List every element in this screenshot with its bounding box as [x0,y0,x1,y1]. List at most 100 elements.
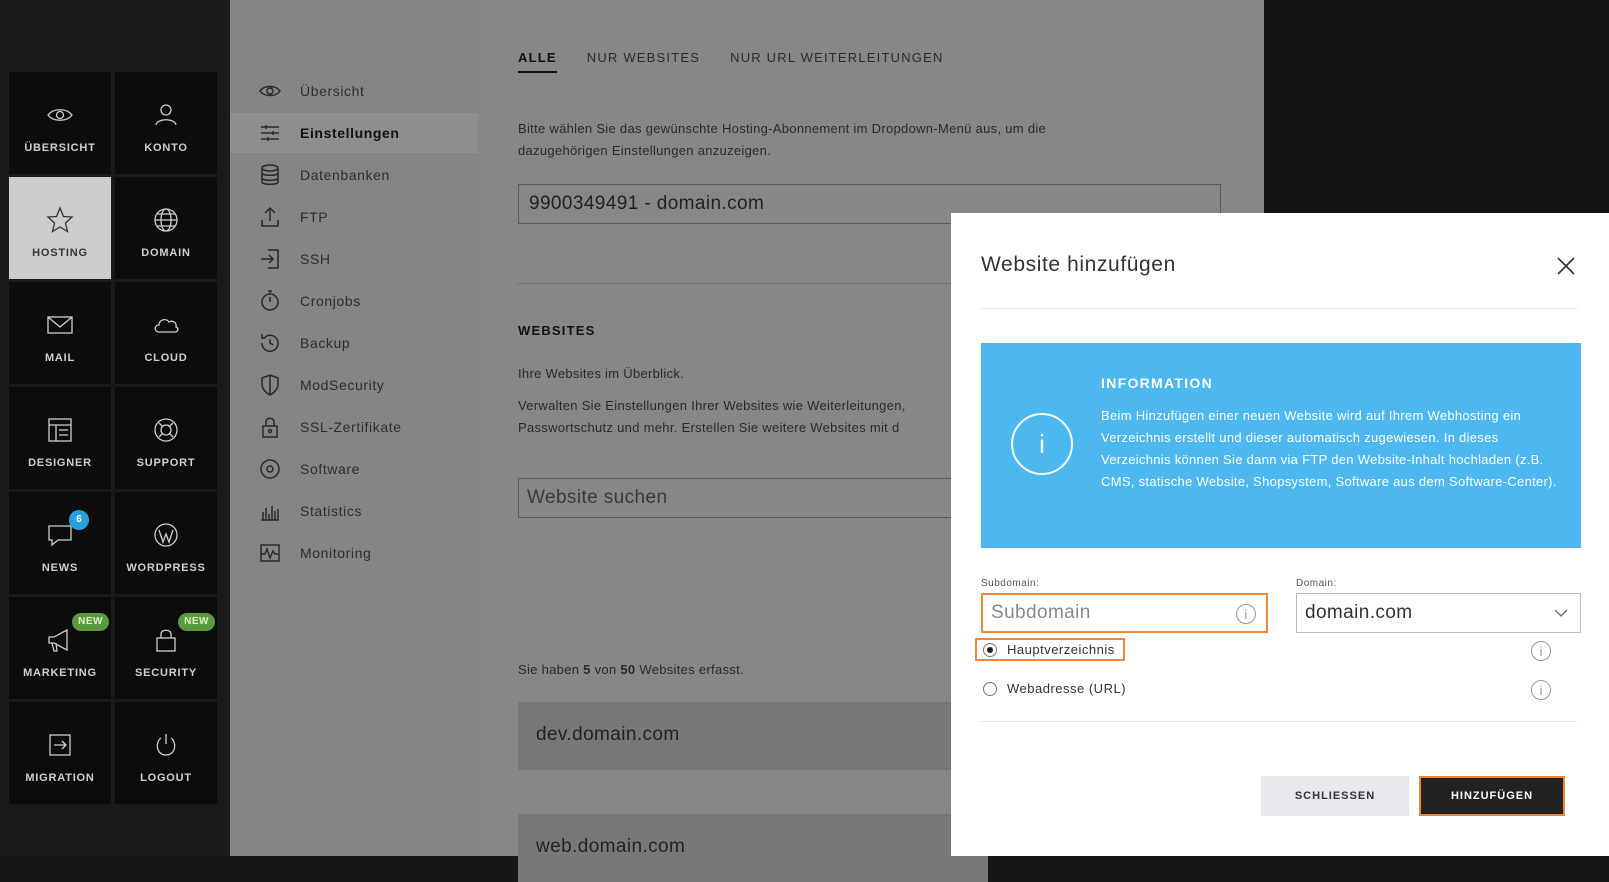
intro-text: Bitte wählen Sie das gewünschte Hosting-… [518,121,1047,158]
subnav-label: ModSecurity [300,377,385,393]
tile-label: NEWS [41,562,79,574]
new-badge: NEW [72,613,109,631]
tab-nur-url-weiterleitungen[interactable]: NUR URL WEITERLEITUNGEN [730,50,943,73]
info-box: i INFORMATION Beim Hinzufügen einer neue… [981,343,1581,548]
subnav-item-monitoring[interactable]: Monitoring [230,533,478,573]
websites-title: WEBSITES [518,323,596,338]
count-suffix: Websites erfasst. [635,662,744,677]
pulse-icon [258,541,282,565]
tile-support[interactable]: SUPPORT [115,387,217,489]
main-tile-nav: ÜBERSICHT KONTO HOSTING DOMAIN MAIL CLOU… [0,0,230,856]
subnav-label: Backup [300,335,351,351]
tile-designer[interactable]: DESIGNER [9,387,111,489]
add-button[interactable]: HINZUFÜGEN [1419,776,1565,816]
tile-security[interactable]: NEW SECURITY [115,597,217,699]
add-website-dialog: Website hinzufügen i INFORMATION Beim Hi… [951,213,1609,856]
website-row[interactable]: dev.domain.com [518,702,988,770]
close-button[interactable]: SCHLIESSEN [1261,776,1409,816]
tile-label: HOSTING [32,247,88,259]
radio-webadresse[interactable]: Webadresse (URL) [983,681,1126,696]
domain-value: domain.com [1305,602,1413,623]
tile-cloud[interactable]: CLOUD [115,282,217,384]
domain-select[interactable]: domain.com [1296,593,1581,633]
cloud-icon [151,310,181,340]
tile-news[interactable]: 6 NEWS [9,492,111,594]
subnav-label: SSH [300,251,331,267]
radio-hauptverzeichnis[interactable]: Hauptverzeichnis [975,638,1125,661]
tile-migration[interactable]: MIGRATION [9,702,111,804]
tile-label: DOMAIN [141,247,191,259]
radio-unselected-icon[interactable] [983,681,997,696]
tile-konto[interactable]: KONTO [115,72,217,174]
wordpress-icon [151,520,181,550]
count-prefix: Sie haben [518,662,584,677]
subnav-item-cronjobs[interactable]: Cronjobs [230,281,478,321]
subnav-label: Einstellungen [300,125,400,141]
info-circle-icon[interactable]: i [1236,604,1256,624]
dialog-divider [981,308,1577,309]
layout-icon [45,415,75,445]
subnav-item-modsecurity[interactable]: ModSecurity [230,365,478,405]
website-search-input[interactable]: Website suchen [518,478,988,518]
migration-icon [45,730,75,760]
barchart-icon [258,499,282,523]
lock-icon: NEW [151,613,215,655]
tile-label: ÜBERSICHT [24,142,96,154]
tile-uebersicht[interactable]: ÜBERSICHT [9,72,111,174]
star-icon [45,205,75,235]
tab-nur-websites[interactable]: NUR WEBSITES [587,50,700,73]
power-icon [151,730,181,760]
radio-selected-icon[interactable] [983,642,997,657]
lifebuoy-icon [151,415,181,445]
tab-alle[interactable]: ALLE [518,50,557,73]
info-circle-icon[interactable]: i [1531,641,1551,661]
tile-logout[interactable]: LOGOUT [115,702,217,804]
subnav-item-ftp[interactable]: FTP [230,197,478,237]
subnav-item-ssh[interactable]: SSH [230,239,478,279]
subdomain-placeholder: Subdomain [991,602,1091,623]
chevron-down-icon [1552,604,1570,622]
websites-subtitle: Ihre Websites im Überblick. [518,366,685,381]
subnav-item-statistics[interactable]: Statistics [230,491,478,531]
close-icon[interactable] [1553,253,1579,279]
mail-icon [45,310,75,340]
websites-desc-line2: Passwortschutz und mehr. Erstellen Sie w… [518,420,900,435]
subnav-label: Monitoring [300,545,372,561]
subnav-item-software[interactable]: Software [230,449,478,489]
tile-label: LOGOUT [140,772,192,784]
radio-label: Webadresse (URL) [1007,681,1127,696]
tile-wordpress[interactable]: WORDPRESS [115,492,217,594]
globe-icon [151,205,181,235]
tile-label: MARKETING [23,667,97,679]
subnav-label: SSL-Zertifikate [300,419,402,435]
filter-tabs: ALLE NUR WEBSITES NUR URL WEITERLEITUNGE… [518,50,974,73]
tile-domain[interactable]: DOMAIN [115,177,217,279]
subnav-item-uebersicht[interactable]: Übersicht [230,71,478,111]
subnav-item-einstellungen[interactable]: Einstellungen [230,113,478,153]
login-icon [258,247,282,271]
tile-mail[interactable]: MAIL [9,282,111,384]
count-total: 50 [620,662,636,677]
news-count-badge: 6 [69,510,89,530]
history-icon [258,331,282,355]
info-title: INFORMATION [1101,375,1214,391]
website-row[interactable]: web.domain.com [518,814,988,882]
subnav-item-ssl[interactable]: SSL-Zertifikate [230,407,478,447]
tile-label: CLOUD [144,352,188,364]
sliders-icon [258,121,282,145]
subnav-label: Statistics [300,503,363,519]
subdomain-input[interactable]: Subdomain i [981,593,1268,633]
tile-marketing[interactable]: NEW MARKETING [9,597,111,699]
subnav-item-datenbanken[interactable]: Datenbanken [230,155,478,195]
new-badge: NEW [178,613,215,631]
websites-desc-line1: Verwalten Sie Einstellungen Ihrer Websit… [518,398,906,413]
info-circle-icon[interactable]: i [1531,680,1551,700]
info-icon: i [1011,413,1073,475]
tile-label: WORDPRESS [126,562,206,574]
tile-hosting[interactable]: HOSTING [9,177,111,279]
tile-label: MIGRATION [25,772,95,784]
subnav-item-backup[interactable]: Backup [230,323,478,363]
circle-icon [258,457,282,481]
subdomain-label: Subdomain: [981,578,1040,589]
tile-label: SECURITY [134,667,198,679]
